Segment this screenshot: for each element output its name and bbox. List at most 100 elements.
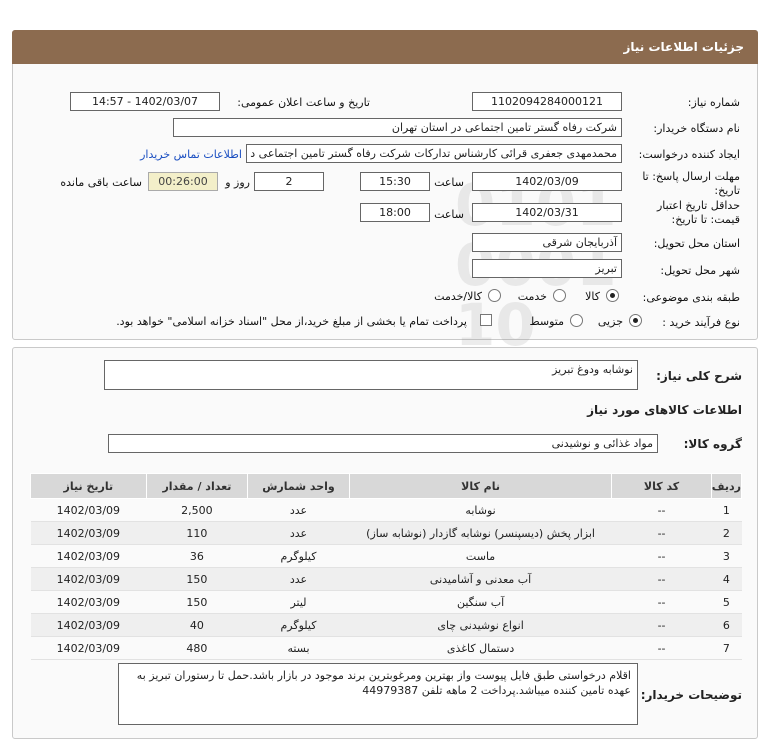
deadline-time-label: ساعت xyxy=(434,176,464,189)
table-row: 3 -- ماست کیلوگرم 36 1402/03/09 xyxy=(30,544,742,568)
col-item-code: کد کالا xyxy=(611,473,712,499)
requester-label: ایجاد کننده درخواست: xyxy=(638,148,740,161)
cell-need-date: 1402/03/09 xyxy=(30,544,147,568)
cell-item-name: آب سنگین xyxy=(349,590,612,614)
process-radio-minor[interactable] xyxy=(629,314,642,327)
buyer-contact-link[interactable]: اطلاعات تماس خریدار xyxy=(140,148,242,161)
validity-label-1: حداقل تاریخ اعتبار xyxy=(656,199,740,212)
table-row: 1 -- نوشابه عدد 2,500 1402/03/09 xyxy=(30,498,742,522)
cell-item-code: -- xyxy=(611,498,712,522)
cell-item-code: -- xyxy=(611,636,712,660)
category-radio-goods[interactable] xyxy=(606,289,619,302)
cell-item-name: نوشابه xyxy=(349,498,612,522)
goods-info-title: اطلاعات کالاهای مورد نیاز xyxy=(587,403,742,417)
cell-item-name: دستمال کاغذی xyxy=(349,636,612,660)
page-header: جزئیات اطلاعات نیاز xyxy=(12,30,758,64)
col-quantity: تعداد / مقدار xyxy=(145,473,249,499)
days-label: روز و xyxy=(225,176,250,189)
cell-item-code: -- xyxy=(611,567,712,591)
cell-need-date: 1402/03/09 xyxy=(30,590,147,614)
province-field: آذربایجان شرقی xyxy=(472,233,622,252)
cell-item-code: -- xyxy=(611,613,712,637)
goods-group-label: گروه کالا: xyxy=(683,437,742,451)
cell-need-date: 1402/03/09 xyxy=(30,613,147,637)
validity-time-field: 18:00 xyxy=(360,203,430,222)
cell-item-name: انواع نوشیدنی چای xyxy=(349,613,612,637)
need-description-field: نوشابه ودوغ تبریز xyxy=(104,360,638,390)
cell-row-number: 2 xyxy=(711,521,742,545)
cell-quantity: 40 xyxy=(146,613,248,637)
cell-unit: بسته xyxy=(247,636,350,660)
cell-item-name: ماست xyxy=(349,544,612,568)
category-radio-both[interactable] xyxy=(488,289,501,302)
announce-label: تاریخ و ساعت اعلان عمومی: xyxy=(237,96,370,109)
validity-label-2: قیمت: تا تاریخ: xyxy=(671,213,740,226)
table-row: 4 -- آب معدنی و آشامیدنی عدد 150 1402/03… xyxy=(30,567,742,591)
deadline-label-2: تاریخ: xyxy=(714,184,740,197)
category-option-both: کالا/خدمت xyxy=(434,290,482,303)
validity-time-label: ساعت xyxy=(434,208,464,221)
need-description-label: شرح کلی نیاز: xyxy=(656,369,742,383)
goods-group-field: مواد غذائی و نوشیدنی xyxy=(108,434,658,453)
treasury-checkbox[interactable] xyxy=(480,314,492,326)
need-number-label: شماره نیاز: xyxy=(687,96,740,109)
cell-unit: عدد xyxy=(247,521,350,545)
category-option-goods: کالا xyxy=(585,290,600,303)
table-row: 2 -- ابزار پخش (دیسپنسر) نوشابه گازدار (… xyxy=(30,521,742,545)
deadline-time-field: 15:30 xyxy=(360,172,430,191)
province-label: استان محل تحویل: xyxy=(653,237,740,250)
city-label: شهر محل تحویل: xyxy=(660,264,740,277)
cell-need-date: 1402/03/09 xyxy=(30,567,147,591)
table-row: 5 -- آب سنگین لیتر 150 1402/03/09 xyxy=(30,590,742,614)
cell-item-code: -- xyxy=(611,590,712,614)
cell-quantity: 150 xyxy=(146,590,248,614)
cell-need-date: 1402/03/09 xyxy=(30,521,147,545)
category-radio-service[interactable] xyxy=(553,289,566,302)
remaining-time-field: 00:26:00 xyxy=(148,172,218,191)
col-row-number: ردیف xyxy=(710,473,743,499)
process-radio-medium[interactable] xyxy=(570,314,583,327)
category-option-service: خدمت xyxy=(517,290,547,303)
city-field: تبریز xyxy=(472,259,622,278)
col-need-date: تاریخ نیاز xyxy=(30,473,147,499)
cell-row-number: 4 xyxy=(711,567,742,591)
validity-date-field: 1402/03/31 xyxy=(472,203,622,222)
requester-field: محمدمهدی جعفری قرائی کارشناس تدارکات شرک… xyxy=(246,144,622,163)
remaining-label: ساعت باقی مانده xyxy=(60,176,142,189)
deadline-date-field: 1402/03/09 xyxy=(472,172,622,191)
process-label: نوع فرآیند خرید : xyxy=(662,316,740,329)
cell-row-number: 5 xyxy=(711,590,742,614)
cell-need-date: 1402/03/09 xyxy=(30,498,147,522)
process-option-minor: جزیی xyxy=(597,315,623,328)
cell-quantity: 480 xyxy=(146,636,248,660)
cell-item-name: آب معدنی و آشامیدنی xyxy=(349,567,612,591)
days-field: 2 xyxy=(254,172,324,191)
cell-quantity: 150 xyxy=(146,567,248,591)
deadline-label-1: مهلت ارسال پاسخ: تا xyxy=(642,170,740,183)
buyer-org-field: شرکت رفاه گستر تامین اجتماعی در استان ته… xyxy=(173,118,622,137)
col-unit: واحد شمارش xyxy=(247,473,350,499)
cell-row-number: 6 xyxy=(711,613,742,637)
cell-item-name: ابزار پخش (دیسپنسر) نوشابه گازدار (نوشاب… xyxy=(349,521,612,545)
cell-row-number: 3 xyxy=(711,544,742,568)
cell-quantity: 2,500 xyxy=(146,498,248,522)
cell-need-date: 1402/03/09 xyxy=(30,636,147,660)
category-label: طبقه بندی موضوعی: xyxy=(642,291,740,304)
cell-quantity: 36 xyxy=(146,544,248,568)
buyer-org-label: نام دستگاه خریدار: xyxy=(653,122,740,135)
need-number-field: 1102094284000121 xyxy=(472,92,622,111)
cell-unit: عدد xyxy=(247,498,350,522)
cell-quantity: 110 xyxy=(146,521,248,545)
process-option-medium: متوسط xyxy=(529,315,564,328)
table-header-row: ردیف کد کالا نام کالا واحد شمارش تعداد /… xyxy=(30,473,743,499)
col-item-name: نام کالا xyxy=(348,473,613,499)
cell-unit: کیلوگرم xyxy=(247,613,350,637)
buyer-notes-field: اقلام درخواستی طبق فایل پیوست واز بهترین… xyxy=(118,663,638,725)
table-row: 6 -- انواع نوشیدنی چای کیلوگرم 40 1402/0… xyxy=(30,613,742,637)
treasury-payment-note: پرداخت تمام یا بخشی از مبلغ خرید،از محل … xyxy=(116,315,467,328)
cell-row-number: 7 xyxy=(711,636,742,660)
cell-unit: عدد xyxy=(247,567,350,591)
goods-table: ردیف کد کالا نام کالا واحد شمارش تعداد /… xyxy=(30,473,743,660)
cell-item-code: -- xyxy=(611,544,712,568)
cell-row-number: 1 xyxy=(711,498,742,522)
